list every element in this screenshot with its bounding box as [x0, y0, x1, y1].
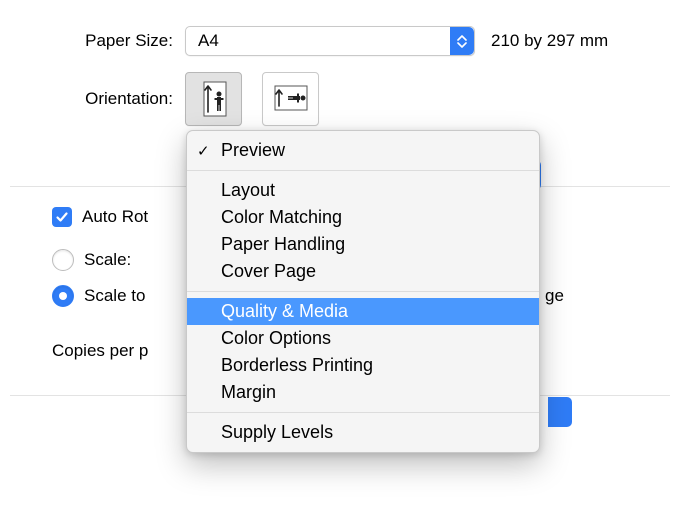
- copies-label: Copies per p: [52, 341, 148, 361]
- paper-size-label: Paper Size:: [0, 31, 185, 51]
- auto-rotate-checkbox[interactable]: [52, 207, 72, 227]
- menu-item-label: Color Options: [221, 328, 331, 348]
- menu-item-color-options[interactable]: Color Options: [187, 325, 539, 352]
- menu-item-borderless-printing[interactable]: Borderless Printing: [187, 352, 539, 379]
- portrait-icon: [197, 78, 231, 120]
- scale-to-fit-radio[interactable]: [52, 285, 74, 307]
- menu-item-layout[interactable]: Layout: [187, 177, 539, 204]
- menu-item-quality-media[interactable]: Quality & Media: [187, 298, 539, 325]
- menu-separator: [187, 170, 539, 171]
- menu-item-label: Borderless Printing: [221, 355, 373, 375]
- options-menu[interactable]: ✓ Preview Layout Color Matching Paper Ha…: [186, 130, 540, 453]
- menu-item-supply-levels[interactable]: Supply Levels: [187, 419, 539, 446]
- menu-item-margin[interactable]: Margin: [187, 379, 539, 406]
- scale-label: Scale:: [84, 250, 131, 270]
- menu-item-cover-page[interactable]: Cover Page: [187, 258, 539, 285]
- landscape-icon: [269, 81, 313, 117]
- menu-item-label: Layout: [221, 180, 275, 200]
- copies-select-stepper[interactable]: [548, 397, 572, 427]
- menu-item-label: Supply Levels: [221, 422, 333, 442]
- menu-separator: [187, 291, 539, 292]
- orientation-portrait-button[interactable]: [185, 72, 242, 126]
- menu-item-label: Color Matching: [221, 207, 342, 227]
- menu-item-label: Margin: [221, 382, 276, 402]
- check-icon: ✓: [197, 142, 210, 160]
- menu-item-label: Quality & Media: [221, 301, 348, 321]
- auto-rotate-label: Auto Rot: [82, 207, 148, 227]
- scale-to-fit-label: Scale to: [84, 286, 145, 306]
- menu-item-paper-handling[interactable]: Paper Handling: [187, 231, 539, 258]
- paper-dimensions: 210 by 297 mm: [491, 31, 608, 51]
- scale-radio[interactable]: [52, 249, 74, 271]
- scale-to-fit-trailing: ge: [545, 286, 564, 306]
- orientation-row: Orientation:: [0, 72, 680, 126]
- menu-item-preview[interactable]: ✓ Preview: [187, 137, 539, 164]
- menu-item-label: Paper Handling: [221, 234, 345, 254]
- paper-size-select[interactable]: A4: [185, 26, 475, 56]
- check-icon: [55, 210, 69, 224]
- menu-separator: [187, 412, 539, 413]
- menu-item-color-matching[interactable]: Color Matching: [187, 204, 539, 231]
- orientation-label: Orientation:: [0, 89, 185, 109]
- menu-item-label: Cover Page: [221, 261, 316, 281]
- paper-size-value: A4: [198, 31, 219, 51]
- select-stepper-icon: [450, 27, 474, 55]
- paper-size-row: Paper Size: A4 210 by 297 mm: [0, 26, 680, 56]
- menu-item-label: Preview: [221, 140, 285, 160]
- orientation-landscape-button[interactable]: [262, 72, 319, 126]
